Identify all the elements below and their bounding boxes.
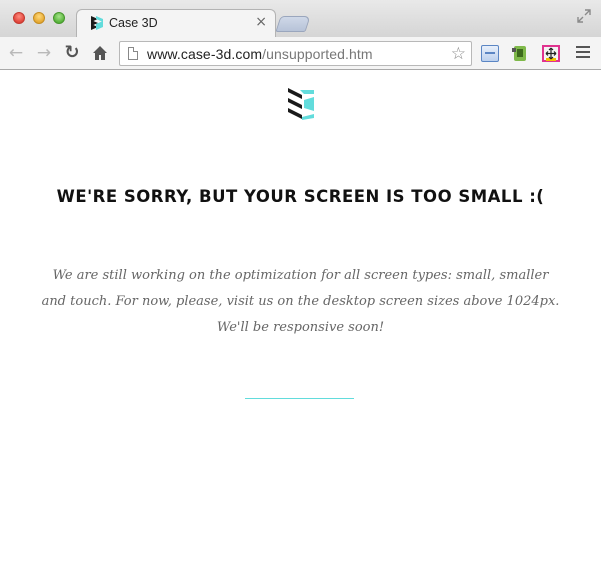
browser-tab[interactable]: Case 3D ×	[76, 9, 276, 38]
menu-icon[interactable]	[576, 46, 590, 60]
window-titlebar: Case 3D ×	[0, 0, 601, 38]
case3d-logo-icon[interactable]	[287, 88, 315, 120]
extension-move-icon[interactable]	[542, 45, 560, 62]
fullscreen-icon[interactable]	[577, 9, 591, 23]
url-path: /unsupported.htm	[262, 46, 373, 62]
address-bar[interactable]: www.case-3d.com/unsupported.htm ☆	[119, 41, 472, 66]
extension-window-icon[interactable]	[481, 45, 499, 62]
case3d-favicon-icon	[91, 16, 103, 30]
page-message: We are still working on the optimization…	[41, 268, 560, 335]
window-minimize-button[interactable]	[33, 12, 45, 24]
reload-icon[interactable]: ↻	[62, 43, 82, 63]
window-zoom-button[interactable]	[53, 12, 65, 24]
forward-arrow-icon[interactable]: →	[34, 43, 54, 63]
tab-title: Case 3D	[109, 16, 158, 30]
new-tab-button[interactable]	[275, 16, 311, 32]
page-content: WE'RE SORRY, BUT YOUR SCREEN IS TOO SMAL…	[0, 71, 601, 585]
page-heading: WE'RE SORRY, BUT YOUR SCREEN IS TOO SMAL…	[56, 187, 545, 206]
tab-close-icon[interactable]: ×	[255, 14, 267, 30]
home-icon[interactable]	[90, 43, 110, 63]
extension-evernote-icon[interactable]	[511, 45, 529, 62]
browser-toolbar: ← → ↻ www.case-3d.com/unsupported.htm ☆	[0, 37, 601, 70]
url-domain: www.case-3d.com	[147, 46, 263, 62]
url-text: www.case-3d.com/unsupported.htm	[147, 46, 373, 62]
bookmark-star-icon[interactable]: ☆	[451, 44, 466, 64]
page-icon	[128, 47, 138, 60]
window-close-button[interactable]	[13, 12, 25, 24]
back-arrow-icon[interactable]: ←	[6, 43, 26, 63]
accent-underline	[245, 398, 354, 399]
